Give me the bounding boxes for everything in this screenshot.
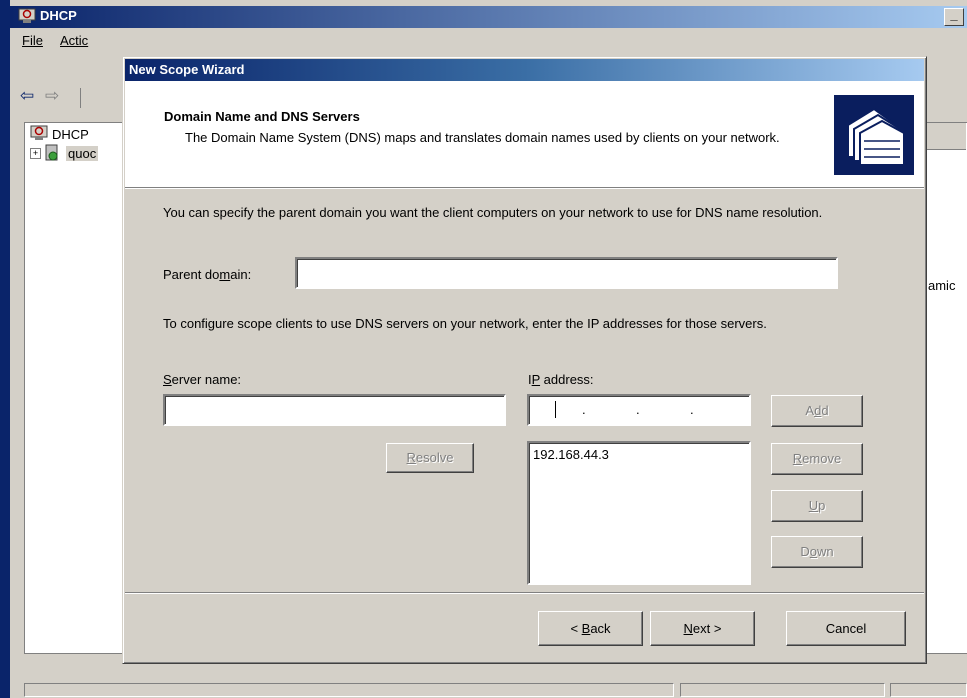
page-description: The Domain Name System (DNS) maps and tr… — [185, 130, 780, 145]
status-cell-2 — [680, 683, 885, 697]
folders-icon — [834, 95, 914, 175]
dhcp-titlebar — [10, 6, 967, 28]
forward-arrow-icon[interactable]: ⇨ — [45, 86, 59, 106]
up-button[interactable]: Up — [771, 490, 863, 522]
cancel-button[interactable]: Cancel — [786, 611, 906, 646]
status-cell-main — [24, 683, 674, 697]
resolve-button[interactable]: Resolve — [386, 443, 474, 473]
ip-octet-separator: . — [636, 402, 640, 417]
server-name-label: Server name: — [163, 372, 242, 387]
back-arrow-icon[interactable]: ⇦ — [20, 86, 34, 106]
ip-octet-separator: . — [690, 402, 694, 417]
desktop-edge — [0, 0, 10, 698]
status-cell-3 — [890, 683, 967, 697]
server-name-input[interactable] — [163, 394, 506, 426]
toolbar-separator — [80, 88, 81, 108]
minimize-button[interactable]: _ — [944, 8, 964, 26]
add-button[interactable]: Add — [771, 395, 863, 427]
ip-octet-separator: . — [582, 402, 586, 417]
page-title: Domain Name and DNS Servers — [164, 109, 360, 124]
dhcp-menubar — [10, 28, 967, 52]
dns-config-text: To configure scope clients to use DNS se… — [163, 316, 767, 331]
tree-item-server[interactable]: quoc — [66, 146, 99, 161]
dhcp-app-icon — [18, 8, 36, 23]
ip-address-label: IP address: — [528, 372, 594, 387]
list-item[interactable]: 192.168.44.3 — [533, 447, 609, 462]
parent-domain-input[interactable] — [295, 257, 838, 289]
wizard-titlebar — [125, 59, 924, 81]
header-divider — [125, 187, 924, 189]
parent-domain-label: Parent domain: — [163, 267, 252, 282]
back-button[interactable]: < Back — [538, 611, 643, 646]
footer-divider — [125, 592, 924, 594]
menu-action[interactable]: Actic — [60, 33, 88, 48]
menu-file[interactable]: File — [22, 33, 43, 48]
text-cursor — [555, 401, 556, 418]
tree-expander-icon[interactable]: + — [30, 148, 41, 159]
dns-server-list[interactable] — [527, 441, 751, 585]
server-scope-icon — [45, 144, 58, 161]
details-text-fragment: amic — [928, 278, 956, 293]
dhcp-title: DHCP — [40, 8, 77, 23]
wizard-title: New Scope Wizard — [129, 62, 245, 77]
dhcp-server-icon — [30, 125, 48, 140]
intro-text: You can specify the parent domain you wa… — [163, 205, 823, 220]
remove-button[interactable]: Remove — [771, 443, 863, 475]
tree-item-dhcp[interactable]: DHCP — [52, 127, 89, 142]
down-button[interactable]: Down — [771, 536, 863, 568]
next-button[interactable]: Next > — [650, 611, 755, 646]
